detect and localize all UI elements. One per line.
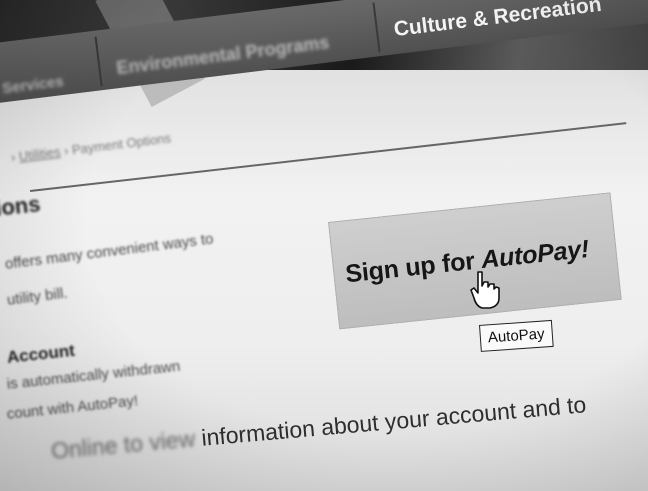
photo: Services Environmental Programs Culture … — [0, 0, 648, 491]
breadcrumb: › Utilities › Payment Options — [10, 130, 172, 165]
header-rule — [30, 122, 627, 192]
nav-divider — [94, 36, 103, 87]
breadcrumb-current: Payment Options — [70, 130, 172, 158]
account-line: count with AutoPay! — [6, 392, 139, 423]
autopay-tooltip: AutoPay — [479, 319, 554, 352]
account-title: Account — [6, 340, 76, 367]
breadcrumb-link[interactable]: Utilities — [18, 144, 61, 164]
intro-line: utility bill. — [6, 284, 69, 309]
bottom-text-main: information about your account and to — [200, 391, 588, 451]
bottom-text-faded: Online to view — [50, 425, 197, 464]
nav-item-environmental[interactable]: Environmental Programs — [115, 32, 330, 79]
hand-cursor-icon — [470, 271, 500, 309]
nav-divider — [372, 2, 381, 53]
page-title: ions — [0, 191, 42, 221]
intro-line: offers many convenient ways to — [4, 230, 215, 273]
nav-item-services[interactable]: Services — [1, 73, 64, 97]
